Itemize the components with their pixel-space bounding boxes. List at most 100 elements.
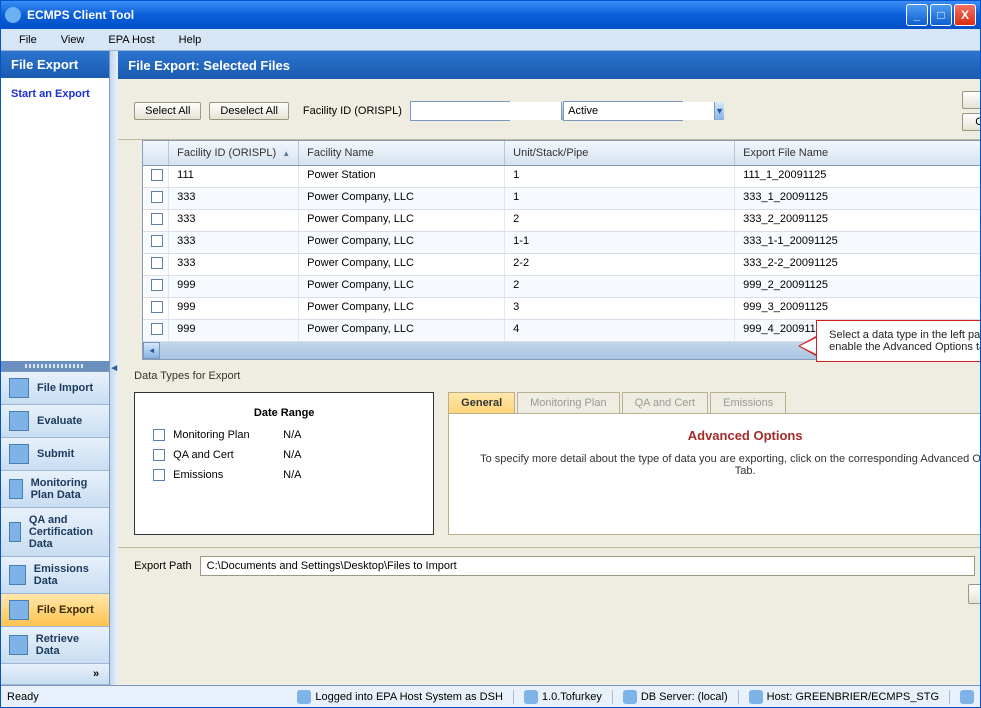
menu-epa-host[interactable]: EPA Host xyxy=(96,32,166,48)
sort-asc-icon: ▲ xyxy=(282,149,290,158)
facility-id-input[interactable] xyxy=(411,102,561,120)
table-row[interactable]: 333Power Company, LLC1-1333_1-1_20091125 xyxy=(143,232,980,254)
row-checkbox[interactable] xyxy=(151,235,163,247)
checkbox-monitoring-plan[interactable] xyxy=(153,429,165,441)
status-ready: Ready xyxy=(7,691,39,703)
import-icon xyxy=(9,378,29,398)
cell-facility-name: Power Company, LLC xyxy=(299,232,505,253)
nav-emissions[interactable]: Emissions Data xyxy=(1,557,109,594)
col-unit-stack-pipe[interactable]: Unit/Stack/Pipe xyxy=(505,141,735,165)
checkbox-qa-cert[interactable] xyxy=(153,449,165,461)
start-export-link[interactable]: Start an Export xyxy=(11,88,90,100)
nav-monitoring-plan[interactable]: Monitoring Plan Data xyxy=(1,471,109,508)
clear-filter-button[interactable]: Clear Filter xyxy=(962,113,980,131)
row-checkbox[interactable] xyxy=(151,257,163,269)
data-types-panel: Date Range Monitoring PlanN/A QA and Cer… xyxy=(118,386,980,547)
tab-general[interactable]: General xyxy=(448,392,515,413)
table-row[interactable]: 111Power Station1111_1_20091125 xyxy=(143,166,980,188)
table-row[interactable]: 333Power Company, LLC2333_2_20091125 xyxy=(143,210,980,232)
nav-submit[interactable]: Submit xyxy=(1,438,109,471)
table-row[interactable]: 333Power Company, LLC2-2333_2-2_20091125 xyxy=(143,254,980,276)
host-icon xyxy=(749,690,763,704)
status-login: Logged into EPA Host System as DSH xyxy=(315,691,503,703)
dropdown-icon[interactable]: ▼ xyxy=(714,102,724,120)
row-checkbox[interactable] xyxy=(151,279,163,291)
nav-label: File Export xyxy=(37,604,94,616)
nav-label: File Import xyxy=(37,382,93,394)
checkbox-emissions[interactable] xyxy=(153,469,165,481)
main-panel: File Export: Selected Files ? Select All… xyxy=(118,51,980,685)
nav-expand-button[interactable]: » xyxy=(1,664,109,685)
tab-monitoring-plan[interactable]: Monitoring Plan xyxy=(517,392,619,413)
export-button[interactable]: Export xyxy=(968,584,980,604)
select-all-button[interactable]: Select All xyxy=(134,102,201,120)
nav-retrieve[interactable]: Retrieve Data xyxy=(1,627,109,664)
sidebar-nav: File Import Evaluate Submit Monitoring P… xyxy=(1,371,109,685)
advanced-options-title: Advanced Options xyxy=(469,428,980,443)
status-input[interactable] xyxy=(564,102,714,120)
menu-view[interactable]: View xyxy=(49,32,97,48)
cell-facility-id: 333 xyxy=(169,188,299,209)
col-export-file-name[interactable]: Export File Name xyxy=(735,141,980,165)
nav-label: Emissions Data xyxy=(34,563,101,587)
deselect-all-button[interactable]: Deselect All xyxy=(209,102,288,120)
nav-evaluate[interactable]: Evaluate xyxy=(1,405,109,438)
status-combo[interactable]: ▼ xyxy=(563,101,683,121)
cell-unit-stack-pipe: 3 xyxy=(505,298,735,319)
status-host: Host: GREENBRIER/ECMPS_STG xyxy=(767,691,939,703)
filter-toolbar: Select All Deselect All Facility ID (ORI… xyxy=(118,79,980,140)
nav-label: Retrieve Data xyxy=(36,633,101,657)
db-icon xyxy=(623,690,637,704)
col-facility-name[interactable]: Facility Name xyxy=(299,141,505,165)
vertical-splitter[interactable]: ◄ xyxy=(110,51,118,685)
data-types-label: Data Types for Export xyxy=(118,360,980,386)
date-range-title: Date Range xyxy=(153,407,415,419)
status-db: DB Server: (local) xyxy=(641,691,728,703)
menubar: File View EPA Host Help xyxy=(1,29,980,51)
row-checkbox[interactable] xyxy=(151,191,163,203)
cell-export-file-name: 333_2_20091125 xyxy=(735,210,980,231)
row-checkbox[interactable] xyxy=(151,213,163,225)
export-path-input[interactable] xyxy=(200,556,976,576)
qa-icon xyxy=(9,522,21,542)
main-header: File Export: Selected Files ? xyxy=(118,51,980,79)
nav-qa-cert[interactable]: QA and Certification Data xyxy=(1,508,109,557)
app-window: ECMPS Client Tool _ □ X File View EPA Ho… xyxy=(0,0,981,708)
row-checkbox[interactable] xyxy=(151,323,163,335)
facility-id-combo[interactable]: ▼ xyxy=(410,101,510,121)
sidebar-splitter[interactable] xyxy=(1,361,109,371)
export-path-label: Export Path xyxy=(134,560,191,572)
scroll-left-icon[interactable]: ◄ xyxy=(143,342,160,359)
cell-export-file-name: 333_2-2_20091125 xyxy=(735,254,980,275)
nav-file-import[interactable]: File Import xyxy=(1,372,109,405)
row-checkbox[interactable] xyxy=(151,169,163,181)
filter-button[interactable]: Filter xyxy=(962,91,980,109)
tab-qa-cert[interactable]: QA and Cert xyxy=(622,392,709,413)
row-checkbox[interactable] xyxy=(151,301,163,313)
cell-facility-id: 111 xyxy=(169,166,299,187)
titlebar: ECMPS Client Tool _ □ X xyxy=(1,1,980,29)
col-checkbox[interactable] xyxy=(143,141,169,165)
table-row[interactable]: 999Power Company, LLC3999_3_20091125 xyxy=(143,298,980,320)
menu-help[interactable]: Help xyxy=(167,32,214,48)
close-button[interactable]: X xyxy=(954,4,976,26)
cell-facility-id: 333 xyxy=(169,210,299,231)
statusbar: Ready Logged into EPA Host System as DSH… xyxy=(1,685,980,707)
submit-icon xyxy=(9,444,29,464)
dt-monitoring-plan: Monitoring PlanN/A xyxy=(153,429,415,441)
table-row[interactable]: 333Power Company, LLC1333_1_20091125 xyxy=(143,188,980,210)
tab-emissions[interactable]: Emissions xyxy=(710,392,786,413)
minimize-button[interactable]: _ xyxy=(906,4,928,26)
table-row[interactable]: 999Power Company, LLC2999_2_20091125 xyxy=(143,276,980,298)
cell-unit-stack-pipe: 1 xyxy=(505,188,735,209)
cell-facility-name: Power Company, LLC xyxy=(299,210,505,231)
window-title: ECMPS Client Tool xyxy=(27,8,134,22)
dt-range: N/A xyxy=(283,469,301,481)
nav-file-export[interactable]: File Export xyxy=(1,594,109,627)
callout-pointer-icon xyxy=(798,336,816,356)
menu-file[interactable]: File xyxy=(7,32,49,48)
col-facility-id[interactable]: Facility ID (ORISPL)▲ xyxy=(169,141,299,165)
data-types-list: Date Range Monitoring PlanN/A QA and Cer… xyxy=(134,392,434,535)
maximize-button[interactable]: □ xyxy=(930,4,952,26)
cell-facility-id: 999 xyxy=(169,276,299,297)
